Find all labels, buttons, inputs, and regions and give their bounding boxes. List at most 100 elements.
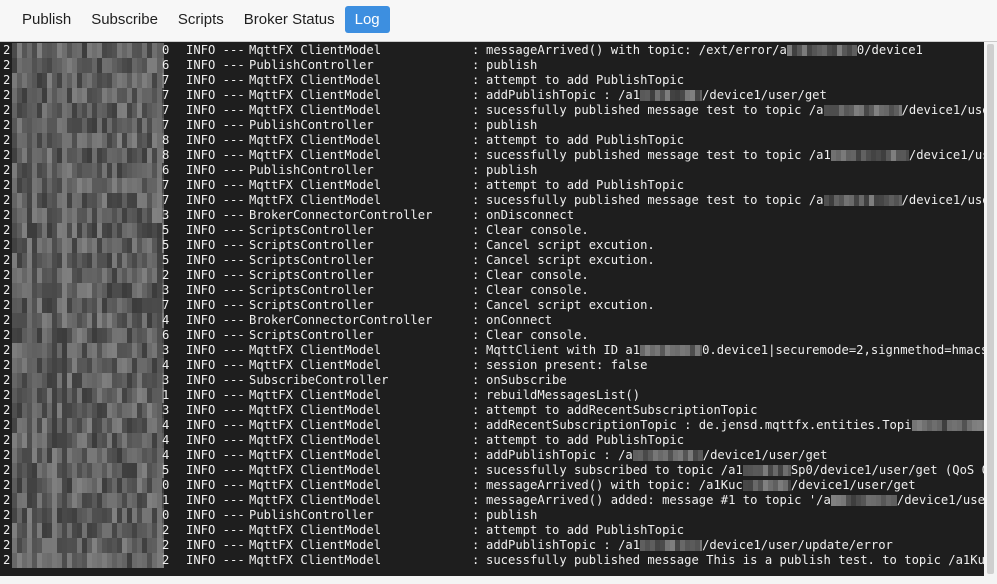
log-message-text: sucessfully published message test to to… [486, 148, 831, 162]
timestamp-redaction [12, 73, 164, 88]
log-timestamp-start: 2 [3, 118, 11, 132]
log-message-text: attempt to add PublishTopic [486, 433, 685, 447]
log-message: publish [486, 508, 537, 523]
message-redaction [742, 465, 791, 476]
timestamp-redaction [12, 433, 164, 448]
timestamp-redaction [12, 253, 164, 268]
log-timestamp-start: 2 [3, 478, 11, 492]
timestamp-redaction [12, 58, 164, 73]
log-source: BrokerConnectorController [249, 313, 433, 327]
log-line: 2 7 INFO --- PublishController: publish [0, 118, 997, 133]
log-line: 2 2 INFO --- MqttFX ClientModel: addPublishT… [0, 538, 997, 553]
log-timestamp-start: 2 [3, 298, 11, 312]
log-timestamp-end: 3 [162, 343, 170, 357]
log-line: 2 7 INFO --- MqttFX ClientModel: sucessfully… [0, 103, 997, 118]
message-redaction [830, 495, 897, 506]
log-message-text: rebuildMessagesList() [486, 388, 641, 402]
log-timestamp-end: 7 [162, 118, 170, 132]
log-level: INFO --- [186, 208, 245, 222]
tab-list: Publish Subscribe Scripts Broker Status Log [12, 6, 390, 33]
log-level: INFO --- [186, 298, 245, 312]
scrollbar-thumb[interactable] [987, 44, 994, 574]
log-timestamp-end: 4 [162, 313, 170, 327]
log-timestamp-start: 2 [3, 343, 11, 357]
log-message: onConnect [486, 313, 552, 328]
log-message: attempt to add PublishTopic [486, 73, 684, 88]
log-source: PublishController [249, 58, 374, 72]
log-message-text: addPublishTopic : /a1 [486, 88, 641, 102]
log-timestamp-end: 6 [162, 328, 170, 342]
log-message-text: MqttClient with ID a1 [486, 343, 641, 357]
timestamp-redaction [12, 223, 164, 238]
log-timestamp-start: 2 [3, 463, 11, 477]
log-line: 2 6 INFO --- ScriptsController: Clear consol… [0, 328, 997, 343]
log-timestamp-start: 2 [3, 418, 11, 432]
log-timestamp-start: 2 [3, 403, 11, 417]
log-timestamp-start: 2 [3, 58, 11, 72]
log-timestamp-start: 2 [3, 133, 11, 147]
log-separator: : [472, 538, 480, 552]
log-timestamp-start: 2 [3, 178, 11, 192]
timestamp-redaction [12, 373, 164, 388]
tab-publish[interactable]: Publish [12, 6, 81, 33]
log-line: 2 7 INFO --- MqttFX ClientModel: attempt to … [0, 73, 997, 88]
log-level: INFO --- [186, 223, 245, 237]
tab-scripts[interactable]: Scripts [168, 6, 234, 33]
log-message-text: publish [486, 163, 538, 177]
log-message: onDisconnect [486, 208, 574, 223]
log-console[interactable]: 2 0 INFO --- MqttFX ClientModel: messageArri… [0, 42, 997, 576]
log-message: attempt to add PublishTopic [486, 433, 684, 448]
log-timestamp-end: 3 [162, 373, 170, 387]
log-timestamp-end: 2 [162, 553, 170, 567]
log-source: MqttFX ClientModel [249, 523, 382, 537]
log-level: INFO --- [186, 373, 245, 387]
message-redaction [786, 45, 857, 56]
tab-broker-status[interactable]: Broker Status [234, 6, 345, 33]
log-message-tail: /device1/user/get [702, 88, 827, 102]
log-level: INFO --- [186, 328, 245, 342]
log-timestamp-start: 2 [3, 238, 11, 252]
log-separator: : [472, 208, 480, 222]
log-source: MqttFX ClientModel [249, 178, 382, 192]
log-timestamp-end: 0 [162, 43, 170, 57]
log-level: INFO --- [186, 88, 245, 102]
timestamp-redaction [12, 148, 164, 163]
log-message-text: sucessfully published message test to to… [486, 103, 824, 117]
log-scrollbar[interactable] [984, 42, 997, 584]
log-separator: : [472, 73, 480, 87]
log-source: MqttFX ClientModel [249, 133, 382, 147]
log-line: 2 0 INFO --- PublishController: publish [0, 508, 997, 523]
log-message-text: attempt to add PublishTopic [486, 133, 685, 147]
timestamp-redaction [12, 118, 164, 133]
log-timestamp-end: 4 [162, 433, 170, 447]
log-source: MqttFX ClientModel [249, 538, 382, 552]
log-timestamp-end: 4 [162, 418, 170, 432]
log-message: MqttClient with ID a1 0.device1|securemod… [486, 343, 997, 358]
log-message-tail: /device1/user/ [896, 493, 997, 507]
log-message: addPublishTopic : /a1/device1/user/get [486, 88, 827, 103]
log-message: messageArrived() with topic: /ext/error/… [486, 43, 923, 58]
timestamp-redaction [12, 238, 164, 253]
log-message: Clear console. [486, 268, 589, 283]
log-separator: : [472, 358, 480, 372]
log-separator: : [472, 118, 480, 132]
log-separator: : [472, 508, 480, 522]
log-message: sucessfully published message test to to… [486, 148, 997, 163]
log-level: INFO --- [186, 553, 245, 567]
log-message-text: addPublishTopic : /a [486, 448, 633, 462]
log-timestamp-start: 2 [3, 328, 11, 342]
log-timestamp-end: 1 [162, 493, 170, 507]
log-message: sucessfully published message test to to… [486, 193, 997, 208]
log-source: ScriptsController [249, 253, 374, 267]
log-message-text: Clear console. [486, 283, 589, 297]
log-level: INFO --- [186, 163, 245, 177]
timestamp-redaction [12, 88, 164, 103]
log-message: publish [486, 118, 537, 133]
log-separator: : [472, 103, 480, 117]
log-timestamp-start: 2 [3, 253, 11, 267]
tab-subscribe[interactable]: Subscribe [81, 6, 168, 33]
tab-log[interactable]: Log [344, 6, 390, 33]
log-message-text: attempt to add PublishTopic [486, 178, 685, 192]
log-line: 2 7 INFO --- MqttFX ClientModel: addPublishT… [0, 88, 997, 103]
log-timestamp-start: 2 [3, 88, 11, 102]
